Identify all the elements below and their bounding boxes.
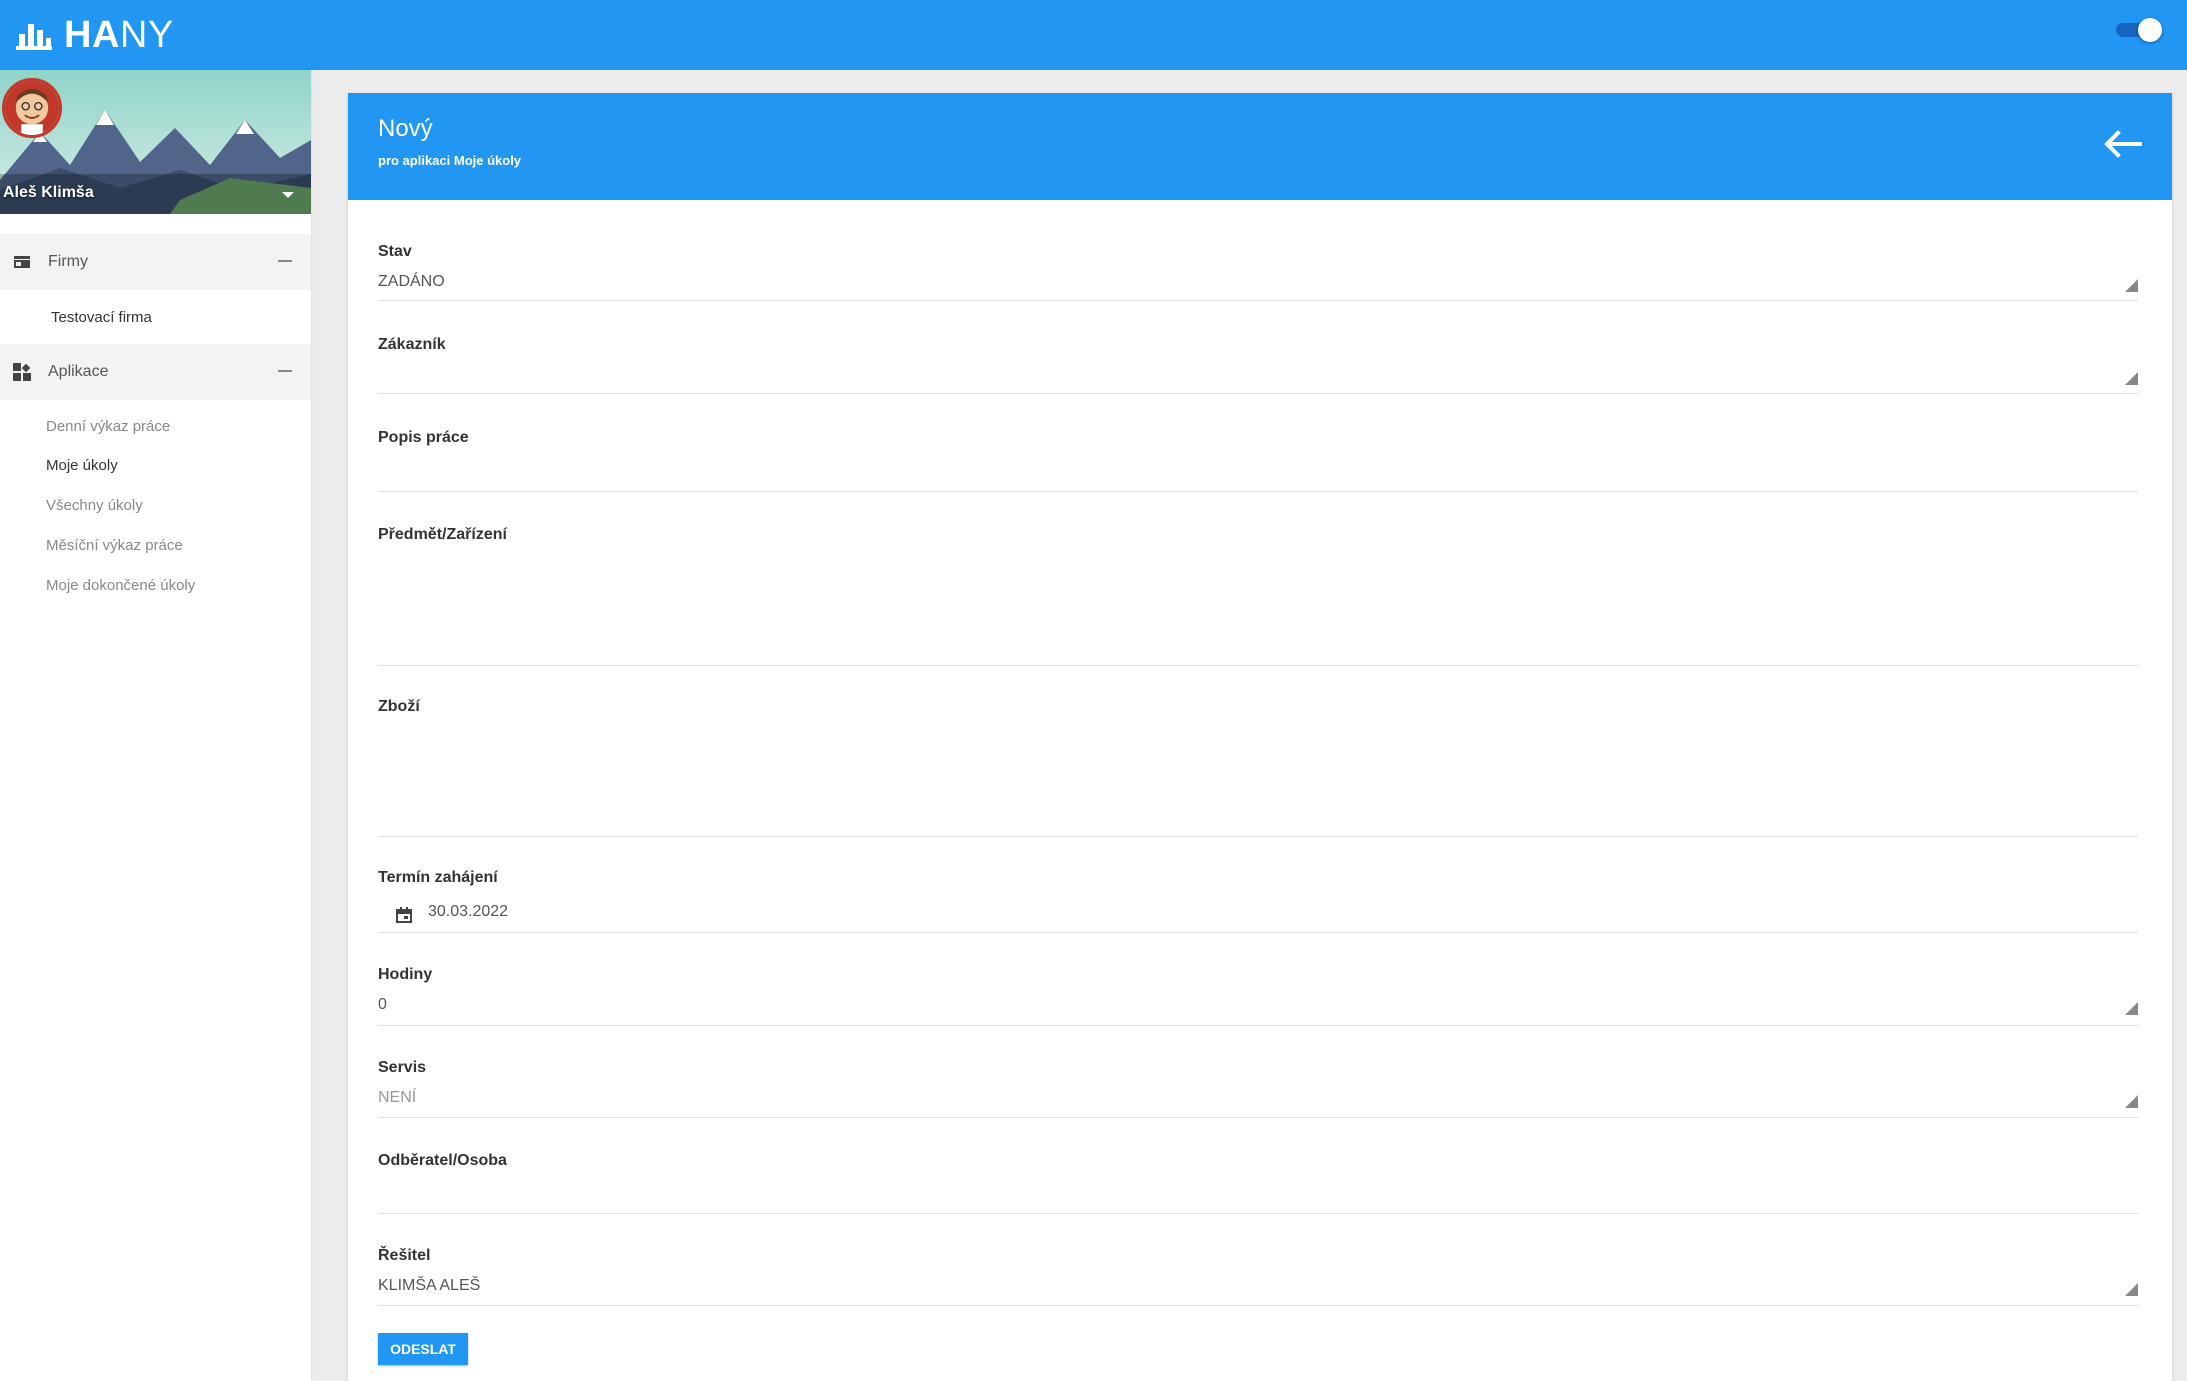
field-value: KLIMŠA ALEŠ: [378, 1277, 481, 1294]
sidebar-group-label: Firmy: [48, 253, 88, 270]
apps-icon: [13, 363, 31, 381]
app-logo[interactable]: HANY: [16, 14, 174, 56]
sidebar-item-denni-vykaz[interactable]: Denní výkaz práce: [46, 418, 170, 435]
theme-toggle[interactable]: [2116, 16, 2166, 42]
sidebar-item-moje-dokoncene-ukoly[interactable]: Moje dokončené úkoly: [46, 577, 195, 594]
user-name: Aleš Klimša: [3, 184, 94, 201]
servis-select[interactable]: Servis NENÍ: [378, 1059, 2138, 1118]
field-label: Servis: [378, 1059, 427, 1076]
dropdown-arrow-icon: [2125, 1002, 2138, 1015]
popis-prace-field[interactable]: Popis práce: [378, 429, 2138, 492]
sidebar-item-testovaci-firma[interactable]: Testovací firma: [51, 309, 152, 326]
top-app-bar: HANY: [0, 0, 2187, 70]
collapse-icon[interactable]: [278, 260, 292, 262]
page-subtitle: pro aplikaci Moje úkoly: [378, 153, 522, 168]
sidebar-group-aplikace[interactable]: Aplikace: [0, 344, 311, 400]
sidebar-group-firmy[interactable]: Firmy: [0, 234, 311, 290]
field-label: Zákazník: [378, 336, 446, 353]
sidebar-item-mesicni-vykaz[interactable]: Měsíční výkaz práce: [46, 537, 183, 554]
field-label: Řešitel: [378, 1247, 431, 1264]
predmet-zarizeni-textarea[interactable]: Předmět/Zařízení: [378, 526, 2138, 666]
field-label: Hodiny: [378, 966, 433, 983]
store-icon: [14, 256, 30, 268]
dropdown-arrow-icon: [2125, 279, 2138, 292]
bar-chart-icon: [16, 24, 52, 50]
stav-select[interactable]: Stav ZADÁNO: [378, 243, 2138, 301]
field-value: 0: [378, 996, 387, 1013]
form-panel: Nový pro aplikaci Moje úkoly Stav ZADÁNO…: [348, 93, 2172, 1381]
field-label: Předmět/Zařízení: [378, 526, 507, 543]
resitel-select[interactable]: Řešitel KLIMŠA ALEŠ: [378, 1247, 2138, 1306]
field-label: Stav: [378, 243, 412, 260]
user-profile-header: Aleš Klimša: [0, 70, 311, 214]
field-value: ZADÁNO: [378, 273, 445, 290]
toggle-knob: [2138, 18, 2162, 42]
user-menu-caret-icon[interactable]: [282, 192, 294, 198]
zakaznik-select[interactable]: Zákazník: [378, 336, 2138, 394]
field-value: NENÍ: [378, 1089, 417, 1106]
back-arrow-icon[interactable]: [2102, 129, 2142, 159]
sidebar-item-vsechny-ukoly[interactable]: Všechny úkoly: [46, 497, 143, 514]
submit-button[interactable]: ODESLAT: [378, 1333, 468, 1365]
dropdown-arrow-icon: [2125, 372, 2138, 385]
field-value: 30.03.2022: [428, 903, 509, 920]
collapse-icon[interactable]: [278, 370, 292, 372]
zbozi-textarea[interactable]: Zboží: [378, 698, 2138, 837]
calendar-icon[interactable]: [396, 907, 412, 923]
sidebar-group-label: Aplikace: [48, 363, 109, 380]
field-label: Termín zahájení: [378, 869, 498, 886]
sidebar-item-moje-ukoly[interactable]: Moje úkoly: [46, 457, 118, 474]
sidebar: Aleš Klimša Firmy Testovací firma Aplika…: [0, 70, 311, 1381]
dropdown-arrow-icon: [2125, 1095, 2138, 1108]
termin-zahajeni-datepicker[interactable]: Termín zahájení 30.03.2022: [378, 869, 2138, 933]
field-label: Zboží: [378, 698, 420, 715]
page-title: Nový: [378, 115, 433, 142]
app-name: HANY: [64, 13, 174, 56]
avatar[interactable]: [2, 78, 62, 138]
field-label: Popis práce: [378, 429, 469, 446]
dropdown-arrow-icon: [2125, 1283, 2138, 1296]
panel-header: Nový pro aplikaci Moje úkoly: [348, 93, 2172, 200]
odberatel-osoba-field[interactable]: Odběratel/Osoba: [378, 1152, 2138, 1214]
field-label: Odběratel/Osoba: [378, 1152, 507, 1169]
hodiny-select[interactable]: Hodiny 0: [378, 966, 2138, 1026]
